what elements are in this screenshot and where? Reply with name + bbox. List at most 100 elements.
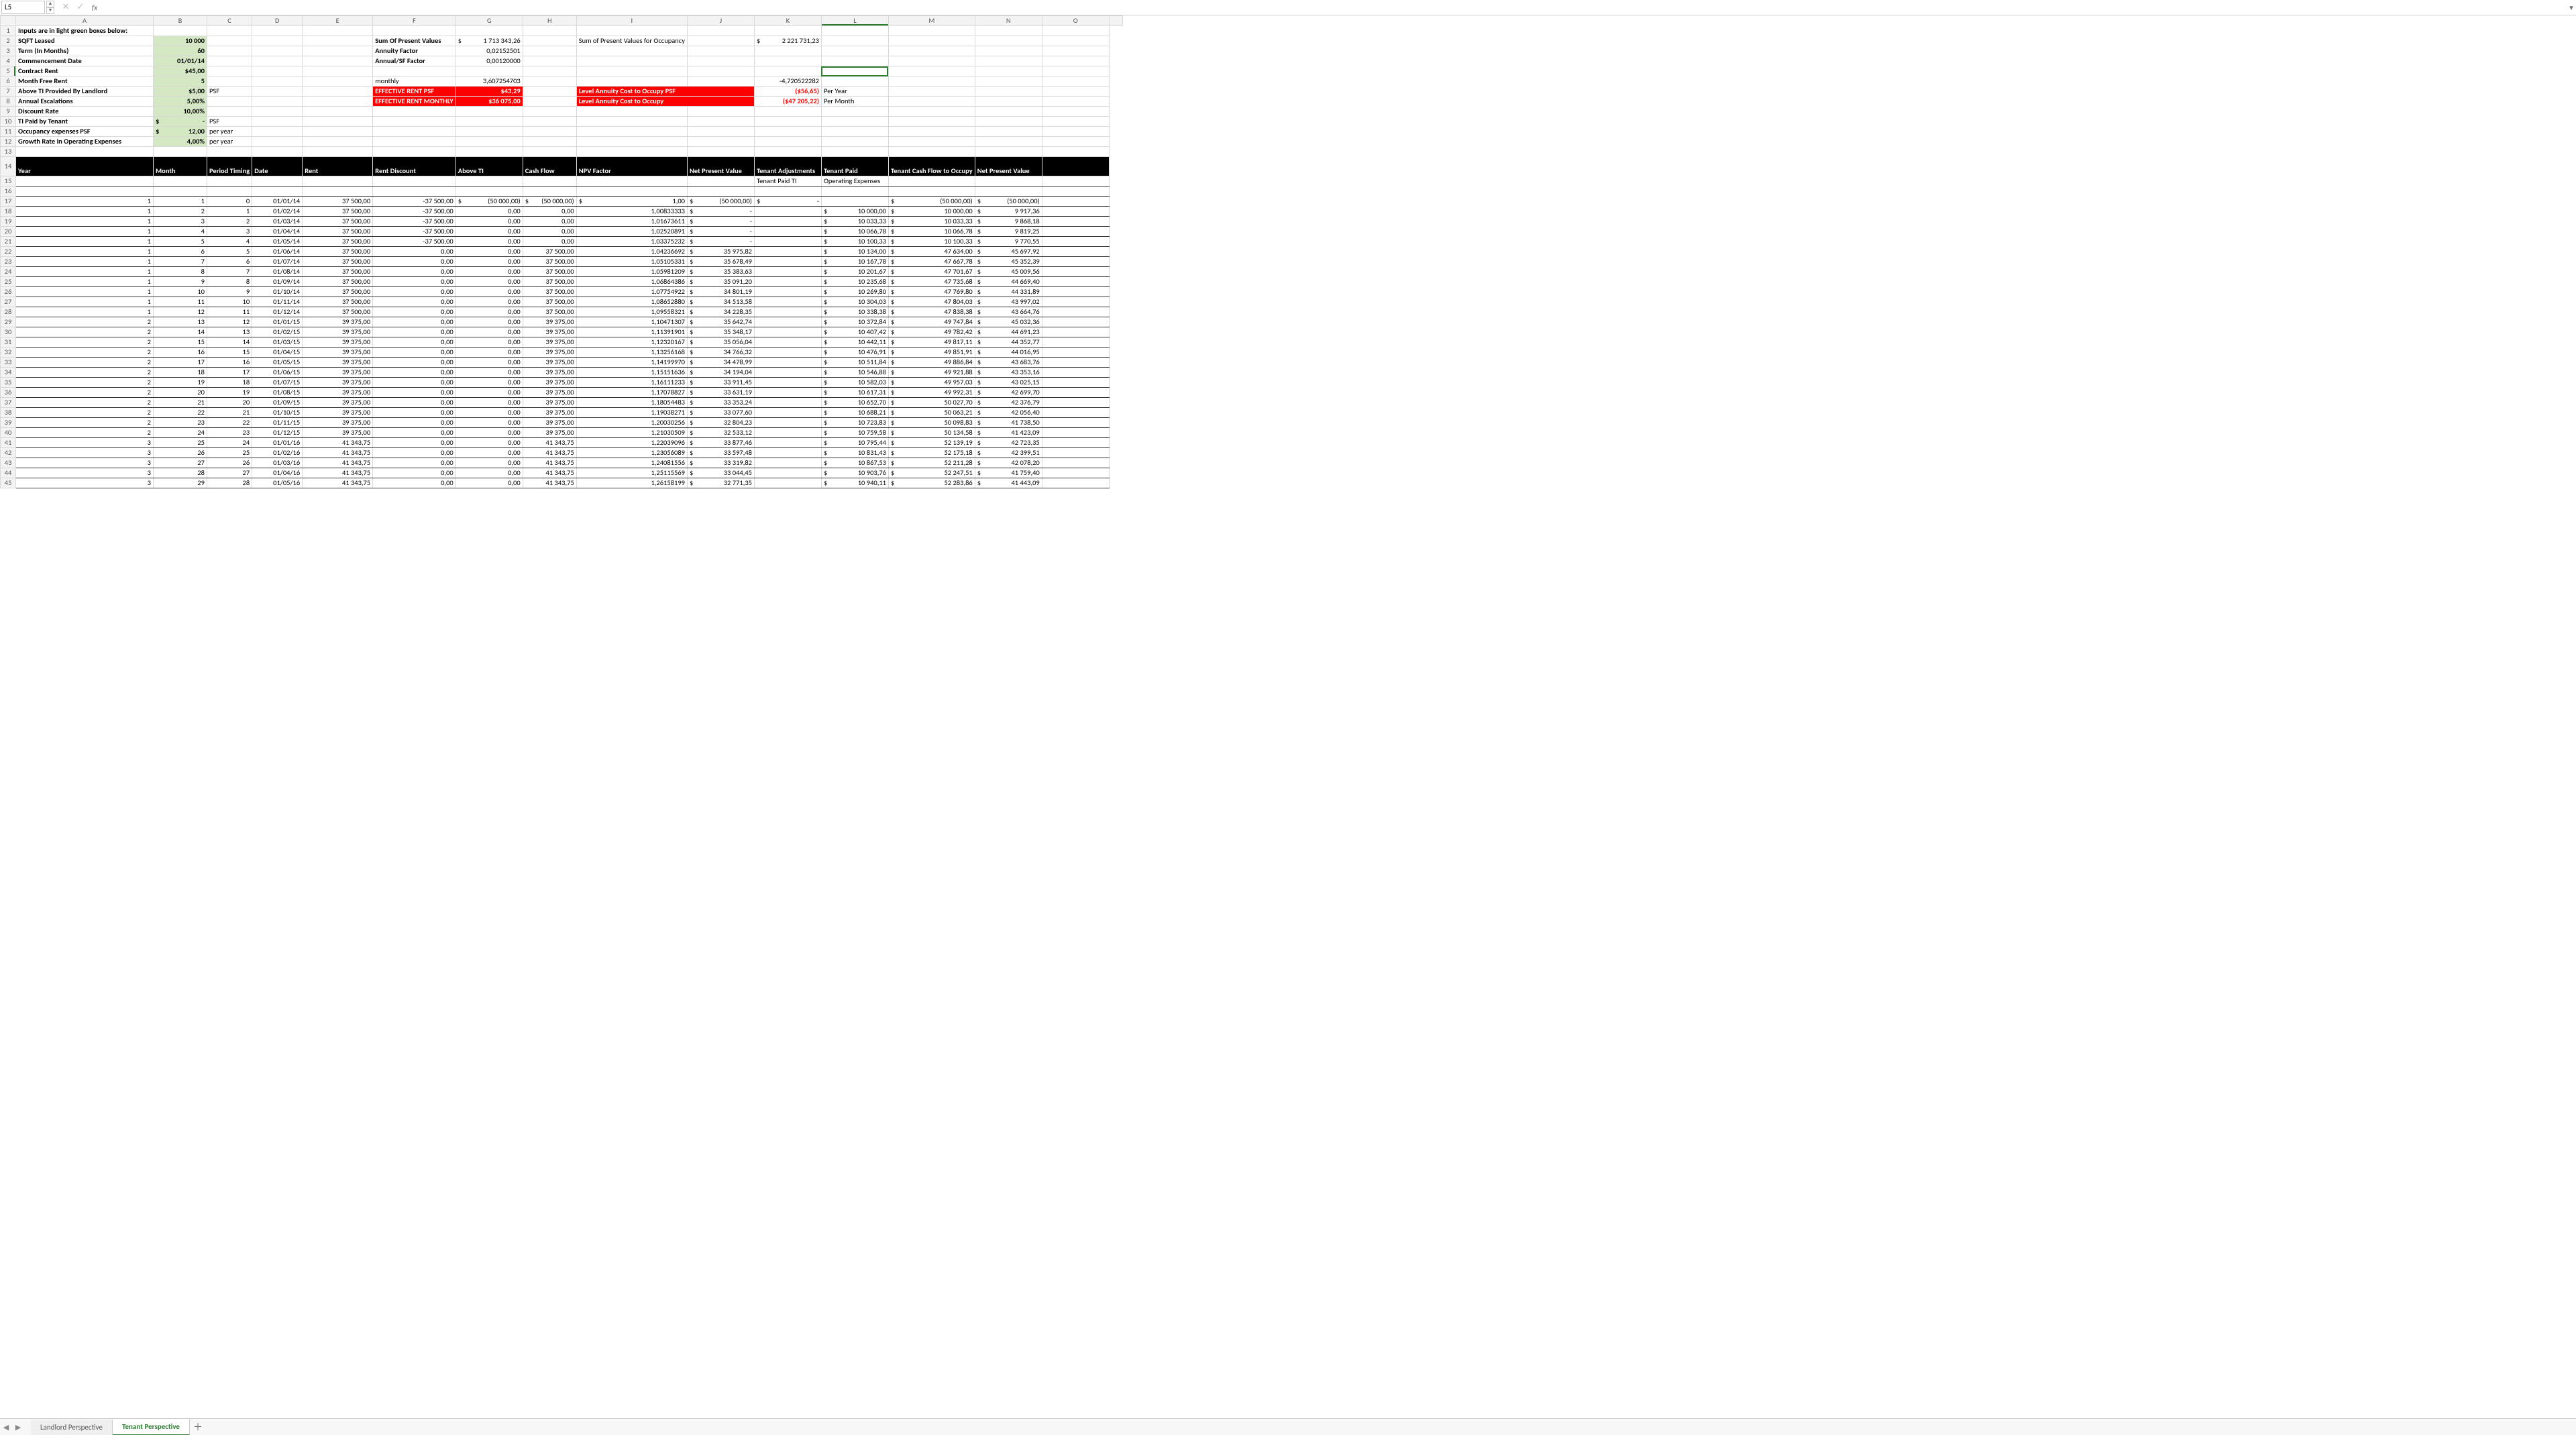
cell[interactable] <box>455 147 523 157</box>
cell[interactable]: Occupancy expenses PSF <box>16 127 154 137</box>
cell[interactable] <box>821 26 888 36</box>
cell[interactable]: 1,18054483 <box>576 398 687 408</box>
cell[interactable] <box>303 147 373 157</box>
row-header-40[interactable]: 40 <box>1 428 16 438</box>
cell[interactable]: 10 033,33 <box>821 217 888 227</box>
row-header-30[interactable]: 30 <box>1 327 16 337</box>
cell[interactable]: 42 056,40 <box>975 408 1042 418</box>
cell[interactable]: 47 769,80 <box>888 287 975 297</box>
cell[interactable]: 52 211,28 <box>888 458 975 468</box>
tab-prev-icon[interactable]: ◀ <box>0 1423 12 1432</box>
cell[interactable]: 33 631,19 <box>687 388 754 398</box>
cell[interactable]: 23 <box>207 428 252 438</box>
cell[interactable]: 2 <box>16 327 154 337</box>
cell[interactable]: 18 <box>154 368 207 378</box>
cell[interactable]: 3,607254703 <box>455 76 523 87</box>
cell[interactable]: monthly <box>373 76 456 87</box>
cell[interactable]: 1,16111233 <box>576 378 687 388</box>
cell[interactable] <box>975 117 1042 127</box>
cell[interactable]: 41 343,75 <box>523 468 576 478</box>
cell[interactable] <box>975 66 1042 76</box>
tab-next-icon[interactable]: ▶ <box>12 1423 24 1432</box>
col-header-C[interactable]: C <box>207 16 252 26</box>
cell[interactable]: 39 375,00 <box>523 388 576 398</box>
cell[interactable]: 17 <box>207 368 252 378</box>
cell[interactable]: 01/04/15 <box>252 348 303 358</box>
cell[interactable]: 1,07754922 <box>576 287 687 297</box>
cell[interactable]: 33 319,82 <box>687 458 754 468</box>
row-header-15[interactable]: 15 <box>1 176 16 187</box>
cell[interactable]: 10 000 <box>154 36 207 46</box>
cell[interactable] <box>303 176 373 187</box>
cell[interactable]: 0,00 <box>373 267 456 277</box>
cell[interactable] <box>207 36 252 46</box>
tab-landlord-perspective[interactable]: Landlord Perspective <box>31 1420 113 1435</box>
cell[interactable] <box>1042 197 1109 207</box>
cell[interactable]: 0,00 <box>455 428 523 438</box>
cell[interactable]: 0,00 <box>455 237 523 247</box>
cell[interactable]: 17 <box>154 358 207 368</box>
cell[interactable]: 1,06864386 <box>576 277 687 287</box>
cell[interactable] <box>455 66 523 76</box>
row-header-8[interactable]: 8 <box>1 97 16 107</box>
col-header-O[interactable]: O <box>1042 16 1109 26</box>
cell[interactable] <box>1042 66 1109 76</box>
cell[interactable]: Month Free Rent <box>16 76 154 87</box>
cell[interactable]: 0,00 <box>455 287 523 297</box>
row-header-36[interactable]: 36 <box>1 388 16 398</box>
cell[interactable] <box>754 247 821 257</box>
cell[interactable]: 39 375,00 <box>523 368 576 378</box>
cell[interactable]: Annual/SF Factor <box>373 56 456 66</box>
cell[interactable]: 8 <box>207 277 252 287</box>
cell[interactable]: 1 <box>16 267 154 277</box>
cell[interactable] <box>754 317 821 327</box>
cell[interactable] <box>207 56 252 66</box>
cell[interactable] <box>252 56 303 66</box>
cell[interactable] <box>754 368 821 378</box>
cell[interactable]: 2 <box>16 317 154 327</box>
col-header-F[interactable]: F <box>373 16 456 26</box>
cell[interactable] <box>754 66 821 76</box>
cell[interactable] <box>1042 36 1109 46</box>
cell[interactable]: 25 <box>154 438 207 448</box>
cell[interactable]: 37 500,00 <box>303 217 373 227</box>
cell[interactable] <box>1042 468 1109 478</box>
cell[interactable] <box>303 46 373 56</box>
cell[interactable]: $5,00 <box>154 87 207 97</box>
cell[interactable]: 0,00 <box>455 388 523 398</box>
row-header-20[interactable]: 20 <box>1 227 16 237</box>
cell[interactable]: 27 <box>207 468 252 478</box>
cell[interactable] <box>754 227 821 237</box>
cell[interactable]: -37 500,00 <box>373 217 456 227</box>
cell[interactable] <box>252 117 303 127</box>
cell[interactable] <box>975 107 1042 117</box>
cell[interactable] <box>754 187 821 197</box>
cell[interactable]: 5 <box>154 76 207 87</box>
cell[interactable] <box>754 348 821 358</box>
cell[interactable]: 1,05105331 <box>576 257 687 267</box>
cell[interactable] <box>821 117 888 127</box>
cell[interactable]: 01/10/14 <box>252 287 303 297</box>
cell[interactable] <box>252 107 303 117</box>
cell[interactable] <box>154 26 207 36</box>
cell[interactable] <box>373 147 456 157</box>
cell[interactable]: 1,03375232 <box>576 237 687 247</box>
cell[interactable] <box>16 147 154 157</box>
cell[interactable]: 0,00 <box>373 247 456 257</box>
cell[interactable]: 49 782,42 <box>888 327 975 337</box>
cell[interactable] <box>754 287 821 297</box>
cell[interactable] <box>252 66 303 76</box>
cell[interactable]: 1 <box>16 257 154 267</box>
cell[interactable]: Net Present Value <box>975 157 1042 176</box>
cell[interactable] <box>687 66 754 76</box>
cell[interactable]: 10 <box>207 297 252 307</box>
cell[interactable]: - <box>687 217 754 227</box>
cell[interactable]: 0,00 <box>455 358 523 368</box>
row-header-14[interactable]: 14 <box>1 157 16 176</box>
cell[interactable] <box>252 187 303 197</box>
cell[interactable]: 13 <box>154 317 207 327</box>
cell[interactable]: 10 652,70 <box>821 398 888 408</box>
cell[interactable]: 52 283,86 <box>888 478 975 488</box>
cell[interactable]: 9 <box>207 287 252 297</box>
cell[interactable]: 37 500,00 <box>303 207 373 217</box>
